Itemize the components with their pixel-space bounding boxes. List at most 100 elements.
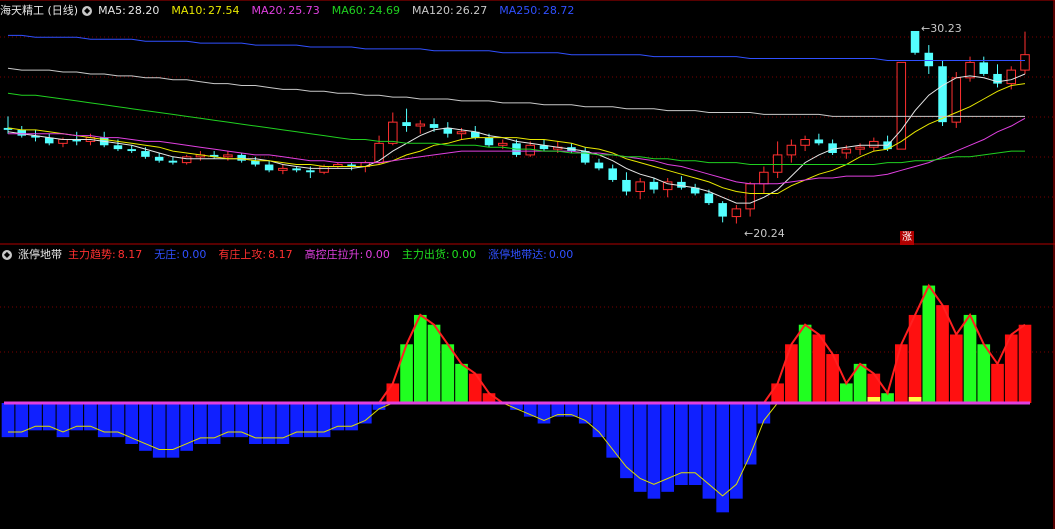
candle-body-up: [635, 181, 645, 193]
sub-indicator-5: 涨停地带达: 0.00: [488, 248, 579, 261]
indicator-label: MA5:: [98, 4, 126, 17]
candle-body-down: [608, 168, 617, 180]
candle-body-up: [869, 140, 879, 148]
candle-body-down: [924, 52, 934, 67]
sub-indicator-0: 主力趋势: 8.17: [68, 248, 148, 261]
candle-body-down: [292, 168, 301, 171]
candle-body-up: [855, 146, 865, 150]
candle-body-down: [113, 145, 123, 150]
candle-body-up: [731, 208, 742, 218]
candle-body-down: [306, 170, 315, 173]
sub-bar-red: [991, 363, 1004, 403]
candle-body-up: [525, 144, 536, 156]
candle-body-down: [237, 154, 246, 161]
sub-indicator-2: 有庄上攻: 8.17: [218, 248, 298, 261]
candle-body-down: [484, 137, 494, 146]
indicator-label: 有庄上攻:: [218, 248, 267, 261]
candle-body-down: [127, 149, 136, 152]
candle-body-down: [168, 160, 178, 163]
candle-body-up: [800, 138, 810, 146]
candle-body-up: [841, 148, 852, 154]
ma-line-ma10: [7, 83, 1026, 194]
candle-body-down: [17, 129, 27, 136]
indicator-label: MA20:: [251, 4, 287, 17]
sub-bar-green: [427, 324, 441, 403]
candle-body-up: [388, 121, 398, 144]
low-price-label: ←20.24: [744, 227, 785, 240]
indicator-value: 0.00: [181, 248, 207, 261]
sub-bar-green: [400, 344, 413, 403]
stock-chart-window: 海天精工 (日线) ◆ MA5: 28.20 MA10: 27.54 MA20: 25.7…: [0, 0, 1055, 529]
candle-body-up: [181, 156, 192, 164]
settings-circle-icon[interactable]: ◆: [82, 6, 93, 16]
sub-bar-red: [908, 314, 922, 403]
candle-body-down: [828, 143, 837, 153]
candle-body-down: [622, 179, 631, 192]
sub-bar-red: [785, 344, 798, 403]
sub-indicator-list: 主力趋势: 8.17 无庄: 0.00 有庄上攻: 8.17 高控庄拉升: 0.00 主力出货:…: [68, 246, 585, 264]
indicator-label: MA120:: [411, 4, 454, 17]
main-indicator-2: MA20: 25.73: [252, 4, 326, 17]
main-indicator-list: MA5: 28.20 MA10: 27.54 MA20: 25.73 MA60: 24.69 M…: [98, 2, 586, 20]
sub-bar-green: [922, 285, 936, 403]
candle-body-down: [938, 66, 947, 123]
candle-body-down: [704, 193, 714, 204]
candle-body-up: [951, 77, 962, 123]
sub-indicator-1: 无庄: 0.00: [154, 248, 212, 261]
indicator-label: 主力趋势:: [68, 248, 116, 261]
indicator-label: 涨停地带达:: [488, 248, 547, 261]
indicator-label: MA250:: [499, 4, 541, 17]
candle-body-down: [251, 160, 260, 165]
sub-indicator-3: 高控庄拉升: 0.00: [305, 248, 396, 261]
candle-body-up: [278, 167, 288, 171]
indicator-label: MA60:: [331, 4, 367, 17]
sub-bar-green: [840, 383, 853, 403]
sub-panel-title: 涨停地带: [18, 248, 62, 261]
candle-body-down: [594, 162, 604, 169]
candle-body-up: [772, 154, 783, 173]
main-indicator-0: MA5: 28.20: [98, 4, 165, 17]
chart-canvas[interactable]: [0, 0, 1055, 529]
low-price-value: 20.24: [753, 227, 785, 240]
candle-body-up: [374, 142, 384, 164]
sub-bar-green: [963, 314, 977, 403]
indicator-value: 26.27: [455, 4, 488, 17]
sub-bar-red: [936, 305, 949, 403]
limit-up-badge: 涨: [900, 231, 914, 245]
candle-body-down: [429, 124, 439, 128]
sub-bar-green: [455, 363, 468, 403]
candle-body-up: [456, 131, 467, 135]
main-indicator-4: MA120: 26.27: [412, 4, 493, 17]
candle-body-up: [745, 183, 755, 210]
indicator-label: 主力出货:: [401, 248, 450, 261]
indicator-value: 8.17: [117, 248, 143, 261]
main-indicator-3: MA60: 24.69: [332, 4, 406, 17]
sub-bar-green: [798, 324, 812, 403]
candle-body-up: [223, 154, 233, 158]
high-price-value: 30.23: [930, 22, 962, 35]
sub-bar-red: [949, 334, 963, 403]
settings-circle-icon[interactable]: ◆: [2, 250, 12, 260]
ma-line-ma250: [8, 34, 1025, 61]
indicator-value: 0.00: [548, 248, 574, 261]
candle-body-down: [141, 151, 150, 157]
candle-body-up: [896, 61, 907, 150]
main-indicator-1: MA10: 27.54: [171, 4, 245, 17]
indicator-value: 0.00: [365, 248, 390, 261]
indicator-label: 无庄:: [154, 248, 180, 261]
high-price-label: ←30.23: [921, 22, 962, 35]
indicator-value: 28.72: [542, 4, 575, 17]
candle-body-up: [415, 123, 426, 127]
candle-body-up: [497, 142, 508, 146]
sub-bar-red: [894, 344, 908, 403]
candle-body-up: [1006, 69, 1017, 85]
candle-body-down: [910, 30, 920, 53]
sub-bar-red: [386, 383, 400, 403]
indicator-value: 8.17: [268, 248, 293, 261]
sub-bar-red: [468, 373, 482, 403]
candle-body-up: [759, 171, 769, 185]
indicator-value: 25.73: [288, 4, 320, 17]
candle-body-down: [677, 181, 686, 188]
sub-bar-red: [812, 334, 826, 403]
main-panel-header: 海天精工 (日线) ◆ MA5: 28.20 MA10: 27.54 MA20: 25.7…: [0, 2, 592, 20]
